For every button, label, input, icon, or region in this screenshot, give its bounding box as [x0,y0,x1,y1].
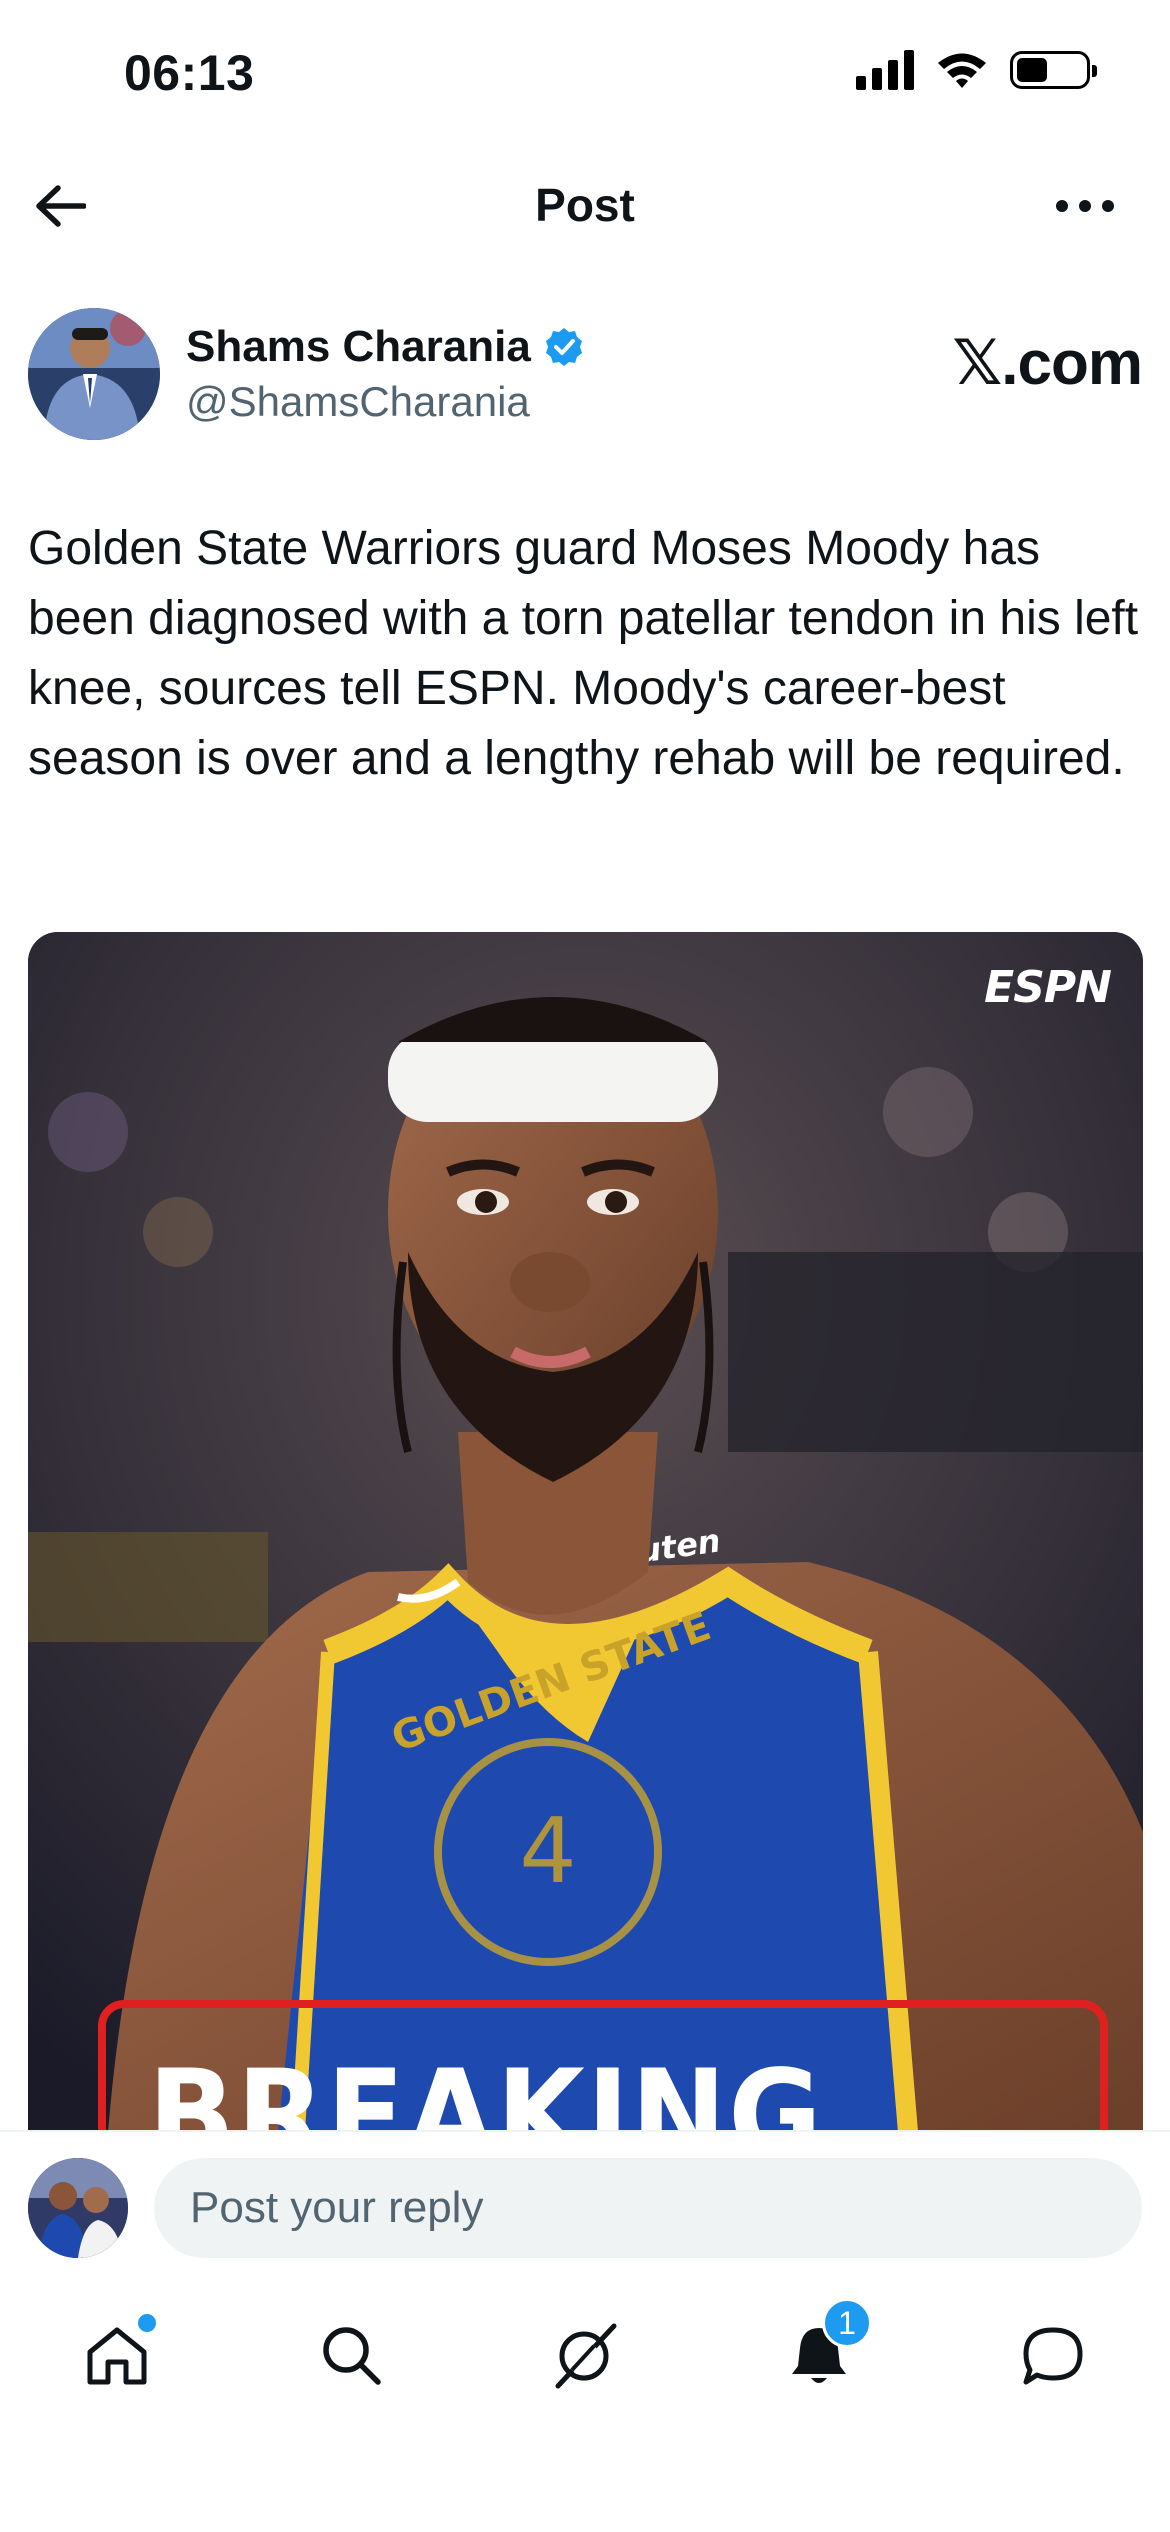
author-avatar[interactable] [28,308,160,440]
bottom-navigation: 1 [0,2280,1170,2430]
back-button[interactable] [30,176,90,236]
messages-icon [1023,2327,1083,2385]
wifi-icon [938,53,986,88]
nav-grok[interactable] [540,2310,630,2400]
verified-badge-icon [545,328,582,366]
home-icon [87,2327,147,2385]
reply-input[interactable]: Post your reply [154,2158,1142,2258]
user-avatar[interactable] [28,2158,128,2258]
post-media-image[interactable]: 4 GOLDEN STATE Rakuten ESPN BREAKING NEW… [28,932,1143,2132]
nav-notifications[interactable]: 1 [774,2298,872,2400]
notifications-badge: 1 [822,2298,872,2348]
player-photo: 4 GOLDEN STATE Rakuten [28,932,1143,2132]
status-time: 06:13 [124,45,255,101]
battery-icon [1010,51,1097,89]
nav-search[interactable] [306,2310,396,2400]
top-app-bar: Post [0,150,1170,270]
reply-bar: Post your reply [0,2130,1170,2260]
espn-logo: ESPN [984,962,1112,1013]
breaking-news-text: BREAKING NEWS [148,2044,824,2132]
status-icons [856,50,1097,90]
jersey-number: 4 [519,1799,576,1904]
author-display-name[interactable]: Shams Charania [186,322,531,372]
grok-icon [555,2323,617,2389]
page-title: Post [535,179,635,231]
back-arrow-icon [36,185,86,227]
display-name-row: Shams Charania [186,322,585,372]
status-bar: 06:13 [0,0,1170,150]
post-text: Golden State Warriors guard Moses Moody … [28,522,1139,785]
source-watermark: 𝕏.com [952,329,1143,398]
search-icon [323,2327,381,2385]
author-names: Shams Charania @ShamsCharania [186,322,585,426]
nav-home[interactable] [72,2310,162,2400]
home-notification-dot [138,2314,156,2332]
more-options-button[interactable] [1050,176,1120,236]
nav-messages[interactable] [1008,2310,1098,2400]
post-author: Shams Charania @ShamsCharania 𝕏.com [28,308,1143,448]
author-handle[interactable]: @ShamsCharania [186,378,585,426]
cellular-signal-icon [856,50,914,90]
more-horizontal-icon [1056,200,1114,212]
